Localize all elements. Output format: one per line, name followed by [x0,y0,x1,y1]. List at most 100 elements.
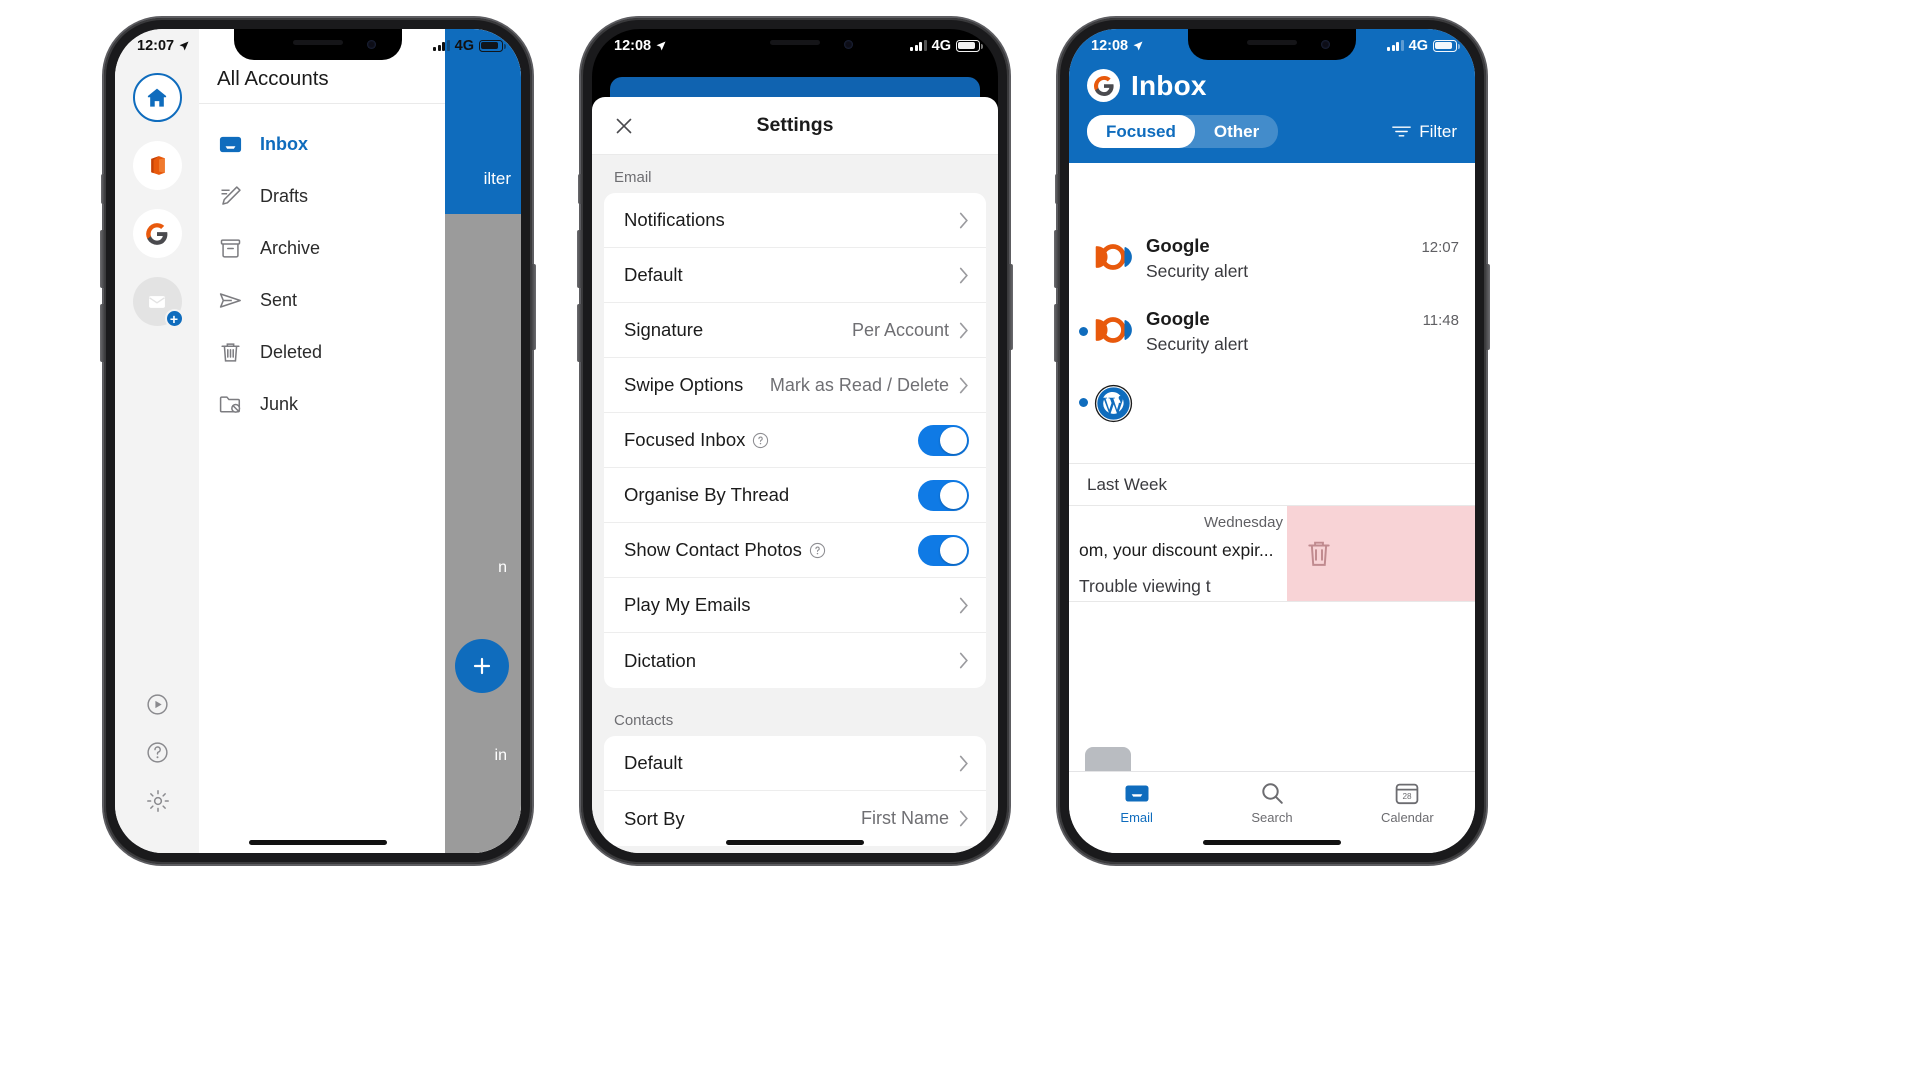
rail-bottom-actions [145,692,170,853]
setting-row-organise-by-thread[interactable]: Organise By Thread [604,468,986,523]
focused-other-toggle: Focused Other [1087,115,1279,148]
account-google[interactable] [132,209,182,258]
tab-email[interactable]: Email [1069,781,1204,825]
volume-up-button[interactable] [100,230,105,288]
compose-fab[interactable] [455,639,509,693]
setting-row-contacts-sort-by[interactable]: Sort By First Name [604,791,986,846]
volume-up-button[interactable] [577,230,582,288]
setting-row-email-default[interactable]: Default [604,248,986,303]
gear-icon[interactable] [145,788,170,813]
setting-label: Signature [624,319,704,340]
tab-search[interactable]: Search [1204,781,1339,825]
message-subject: om, your discount expir... [1079,540,1274,560]
help-circle-icon[interactable] [752,432,769,449]
question-circle-icon[interactable] [145,740,170,765]
section-heading-email: Email [614,169,652,186]
message-body: Google 11:48 Security alert [1133,308,1459,355]
message-list[interactable]: Google 12:07 Security alert Google 11:48… [1069,222,1475,771]
peek-dim-overlay[interactable] [445,214,521,853]
background-message-list-peek[interactable]: ilter n in [445,29,521,853]
status-right: 4G [1387,37,1460,54]
toggle-focused-inbox[interactable] [918,424,969,456]
message-time: 11:48 [1422,312,1459,329]
peek-snippet-2: in [494,747,507,764]
tab-label: Calendar [1380,810,1434,825]
folder-block-icon [217,391,244,418]
power-button[interactable] [1008,264,1013,350]
chevron-right-icon [959,212,968,228]
setting-value: First Name [860,808,949,828]
toggle-show-contact-photos[interactable] [918,534,969,566]
table-row[interactable]: Google 11:48 Security alert [1069,295,1475,368]
silent-switch[interactable] [1055,174,1059,204]
status-left: 12:07 [137,38,190,54]
swipe-action-row[interactable]: Wednesday om, your discount expir... Tro… [1069,506,1475,602]
signal-bars-icon [1387,40,1404,51]
setting-label: Show Contact Photos [624,539,802,560]
setting-row-focused-inbox[interactable]: Focused Inbox [604,413,986,468]
chevron-right-icon [959,267,968,283]
trash-icon [1305,539,1333,569]
google-g-icon[interactable] [1087,69,1120,102]
setting-row-dictation[interactable]: Dictation [604,633,986,688]
setting-row-email-notifications[interactable]: Notifications [604,193,986,248]
front-camera [844,40,853,49]
account-outlook[interactable] [132,141,182,190]
volume-down-button[interactable] [100,304,105,362]
carrier-label: 4G [1408,37,1428,54]
silent-switch[interactable] [101,174,105,204]
setting-row-swipe-options[interactable]: Swipe Options Mark as Read / Delete [604,358,986,413]
toggle-organise-by-thread[interactable] [918,479,969,511]
setting-row-signature[interactable]: Signature Per Account [604,303,986,358]
setting-row-play-my-emails[interactable]: Play My Emails [604,578,986,633]
power-button[interactable] [1485,264,1490,350]
silent-switch[interactable] [578,174,582,204]
settings-sheet: Settings Email Notifications Default Sig… [592,97,998,853]
tab-other[interactable]: Other [1195,115,1278,148]
signal-bars-icon [433,40,450,51]
setting-label: Dictation [624,649,696,671]
archive-box-icon [217,235,244,262]
read-indicator-spacer [1079,235,1093,282]
phone-3-inbox: Inbox Focused Other Filter Google 12:07 … [1054,18,1490,864]
home-indicator[interactable] [726,840,864,845]
tab-calendar[interactable]: 28 Calendar [1340,781,1475,825]
chevron-right-icon [959,322,968,338]
tab-focused[interactable]: Focused [1087,115,1195,148]
filter-button[interactable]: Filter [1392,122,1457,142]
calendar-28-icon: 28 [1394,781,1420,806]
folder-label: Drafts [260,185,309,206]
sheet-header: Settings [592,97,998,155]
volume-up-button[interactable] [1054,230,1059,288]
power-button[interactable] [531,264,536,350]
setting-row-show-contact-photos[interactable]: Show Contact Photos [604,523,986,578]
peek-filter-label[interactable]: ilter [484,169,511,189]
wordpress-icon [1093,383,1133,423]
close-x-icon[interactable] [612,114,636,138]
setting-row-contacts-default[interactable]: Default [604,736,986,791]
play-circle-icon[interactable] [145,692,170,717]
home-icon [147,88,167,107]
swipe-message-content[interactable]: Wednesday om, your discount expir... Tro… [1069,506,1287,601]
message-body: Google 12:07 Security alert [1133,235,1459,282]
status-time: 12:08 [614,37,652,54]
phone-1-screen: ilter n in + All Accounts Inbox Drafts A… [115,29,521,853]
setting-label: Sort By [624,807,685,829]
carrier-label: 4G [931,37,951,54]
settings-card-email: Notifications Default Signature Per Acco… [604,193,986,688]
table-row[interactable]: Google 12:07 Security alert [1069,222,1475,295]
volume-down-button[interactable] [577,304,582,362]
setting-value: Per Account [851,319,949,340]
phone-2-settings: Settings Email Notifications Default Sig… [577,18,1013,864]
add-account-button[interactable]: + [132,277,184,328]
home-indicator[interactable] [1203,840,1341,845]
folder-label: Junk [260,393,299,414]
volume-down-button[interactable] [1054,304,1059,362]
settings-list[interactable]: Email Notifications Default Signature Pe… [592,155,998,853]
home-indicator[interactable] [249,840,387,845]
account-home[interactable] [132,73,182,122]
help-circle-icon[interactable] [809,542,826,559]
table-row[interactable] [1069,368,1475,463]
google-security-icon [1093,237,1133,277]
chevron-right-icon [959,377,968,393]
